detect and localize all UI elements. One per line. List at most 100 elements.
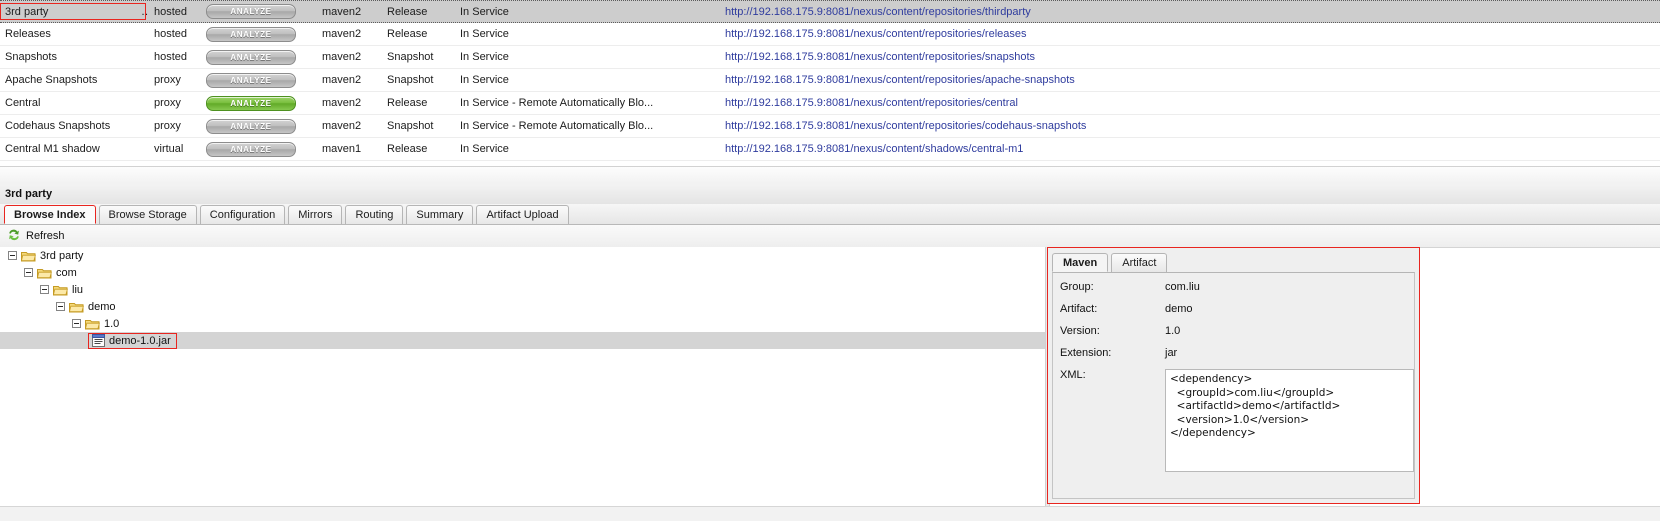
- detail-tab-artifact[interactable]: Artifact: [1111, 253, 1168, 272]
- folder-icon: [36, 267, 52, 279]
- repository-url-link[interactable]: http://192.168.175.9:8081/nexus/content/…: [725, 28, 1027, 40]
- repository-name-cell[interactable]: Releases: [0, 28, 148, 40]
- detail-field-value: 1.0: [1165, 325, 1181, 337]
- tree-node-content: demo: [56, 301, 116, 313]
- repository-name-cell[interactable]: Codehaus Snapshots: [0, 120, 148, 132]
- repository-name-cell[interactable]: Central: [0, 97, 148, 109]
- repository-row[interactable]: 3rd party hosted ANALYZE maven2 Release In Se…: [0, 0, 1660, 23]
- repository-format-cell: maven2: [322, 74, 362, 86]
- collapse-toggle-icon[interactable]: [8, 251, 17, 260]
- repository-policy-cell: Snapshot: [387, 51, 434, 63]
- analyze-button[interactable]: ANALYZE: [206, 26, 296, 42]
- detail-field-value: jar: [1165, 347, 1178, 359]
- tree-node[interactable]: 3rd party: [0, 247, 1047, 264]
- repository-url-link[interactable]: http://192.168.175.9:8081/nexus/content/…: [725, 51, 1035, 63]
- index-tree[interactable]: 3rd party com liu demo 1.0 demo-1.0.jar: [0, 247, 1047, 520]
- repository-name-cell[interactable]: Apache Snapshots: [0, 74, 148, 86]
- repository-type-cell: hosted: [154, 28, 188, 40]
- tree-node[interactable]: liu: [0, 281, 1047, 298]
- repository-url-link[interactable]: http://192.168.175.9:8081/nexus/content/…: [725, 6, 1031, 18]
- xml-snippet-textarea[interactable]: <dependency> <groupId>com.liu</groupId> …: [1165, 369, 1414, 472]
- repository-format-cell: maven2: [322, 97, 362, 109]
- detail-field-label: Artifact:: [1060, 303, 1098, 315]
- tree-node-label: liu: [72, 283, 84, 296]
- repository-type-cell: virtual: [154, 143, 184, 155]
- repository-row[interactable]: Central M1 shadow virtual ANALYZE maven1 Rel…: [0, 138, 1660, 161]
- analyze-button[interactable]: ANALYZE: [206, 141, 296, 157]
- tree-node[interactable]: demo-1.0.jar: [0, 332, 1047, 349]
- refresh-label: Refresh: [26, 230, 65, 242]
- tree-toolbar: Refresh: [0, 225, 1660, 248]
- tab-mirrors[interactable]: Mirrors: [288, 205, 343, 224]
- repository-url-link[interactable]: http://192.168.175.9:8081/nexus/content/…: [725, 120, 1086, 132]
- tab-routing[interactable]: Routing: [345, 205, 404, 224]
- collapse-toggle-icon[interactable]: [40, 285, 49, 294]
- detail-field-value: com.liu: [1165, 281, 1200, 293]
- tree-node[interactable]: 1.0: [0, 315, 1047, 332]
- repository-row[interactable]: Codehaus Snapshots proxy ANALYZE maven2 Snap…: [0, 115, 1660, 138]
- repository-grid[interactable]: 3rd party hosted ANALYZE maven2 Release In Se…: [0, 0, 1660, 166]
- tab-summary[interactable]: Summary: [406, 205, 474, 224]
- repository-url-link[interactable]: http://192.168.175.9:8081/nexus/content/…: [725, 74, 1075, 86]
- repository-url-link[interactable]: http://192.168.175.9:8081/nexus/content/…: [725, 143, 1023, 155]
- collapse-toggle-icon[interactable]: [24, 268, 33, 277]
- tree-node[interactable]: com: [0, 264, 1047, 281]
- repository-url-cell: http://192.168.175.9:8081/nexus/content/…: [719, 6, 1660, 18]
- repository-url-cell: http://192.168.175.9:8081/nexus/content/…: [719, 51, 1660, 63]
- analyze-cell: ANALYZE: [206, 49, 316, 65]
- main-tabstrip[interactable]: Browse Index Browse Storage Configuration M…: [0, 204, 1660, 225]
- analyze-button[interactable]: ANALYZE: [206, 4, 296, 19]
- repository-policy-cell: Snapshot: [387, 74, 434, 86]
- repository-type-cell: hosted: [154, 51, 188, 63]
- tree-node-label: 1.0: [104, 317, 120, 330]
- tab-configuration[interactable]: Configuration: [199, 205, 286, 224]
- repository-url-cell: http://192.168.175.9:8081/nexus/content/…: [719, 143, 1660, 155]
- analyze-button[interactable]: ANALYZE: [206, 95, 296, 111]
- detail-field-label: Version:: [1060, 325, 1100, 337]
- collapse-toggle-icon[interactable]: [56, 302, 65, 311]
- panel-top-divider: [0, 166, 1660, 186]
- analyze-button[interactable]: ANALYZE: [206, 49, 296, 65]
- repository-name-cell[interactable]: Central M1 shadow: [0, 143, 148, 155]
- repository-url-cell: http://192.168.175.9:8081/nexus/content/…: [719, 120, 1660, 132]
- tab-browse-storage[interactable]: Browse Storage: [98, 205, 197, 224]
- repository-row[interactable]: Central proxy ANALYZE maven2 Release In Servi…: [0, 92, 1660, 115]
- repository-status-cell: In Service: [460, 28, 509, 40]
- detail-tab-maven[interactable]: Maven: [1052, 253, 1109, 272]
- repository-policy-cell: Snapshot: [387, 120, 434, 132]
- repository-type-cell: proxy: [154, 97, 181, 109]
- tree-node-label: demo-1.0.jar: [109, 334, 171, 347]
- detail-field-value: demo: [1165, 303, 1193, 315]
- repository-name-cell[interactable]: 3rd party: [0, 3, 148, 20]
- repository-row[interactable]: Apache Snapshots proxy ANALYZE maven2 Snapsh…: [0, 69, 1660, 92]
- analyze-cell: ANALYZE: [206, 118, 316, 134]
- repository-policy-cell: Release: [387, 5, 428, 18]
- repository-type-cell: hosted: [154, 5, 188, 18]
- folder-icon: [20, 250, 36, 262]
- repository-row[interactable]: Snapshots hosted ANALYZE maven2 Snapshot In S…: [0, 46, 1660, 69]
- tab-browse-index[interactable]: Browse Index: [4, 205, 96, 224]
- page-title: 3rd party: [5, 188, 53, 200]
- analyze-button[interactable]: ANALYZE: [206, 118, 296, 134]
- analyze-button[interactable]: ANALYZE: [206, 72, 296, 88]
- analyze-cell: ANALYZE: [206, 4, 316, 19]
- tab-artifact-upload[interactable]: Artifact Upload: [476, 205, 569, 224]
- collapse-toggle-icon[interactable]: [72, 319, 81, 328]
- repository-format-cell: maven2: [322, 120, 362, 132]
- detail-field-label: Group:: [1060, 281, 1094, 293]
- repository-row[interactable]: Releases hosted ANALYZE maven2 Release In Ser…: [0, 23, 1660, 46]
- detail-tabstrip[interactable]: Maven Artifact: [1052, 253, 1170, 272]
- detail-field: Group: com.liu: [1053, 281, 1414, 293]
- repository-detail-titlebar: 3rd party: [0, 184, 1660, 205]
- repository-name-cell[interactable]: Snapshots: [0, 51, 148, 63]
- tree-node-highlight: demo-1.0.jar: [88, 332, 177, 349]
- detail-body: Group: com.liu Artifact: demo Version: 1.0 Ext…: [1052, 272, 1415, 499]
- repository-url-link[interactable]: http://192.168.175.9:8081/nexus/content/…: [725, 97, 1018, 109]
- tree-node-label: 3rd party: [40, 249, 84, 262]
- repository-url-cell: http://192.168.175.9:8081/nexus/content/…: [719, 28, 1660, 40]
- folder-icon: [84, 318, 100, 330]
- tree-node[interactable]: demo: [0, 298, 1047, 315]
- refresh-button[interactable]: Refresh: [0, 228, 65, 245]
- bottom-strip: [0, 506, 1660, 521]
- repository-url-cell: http://192.168.175.9:8081/nexus/content/…: [719, 74, 1660, 86]
